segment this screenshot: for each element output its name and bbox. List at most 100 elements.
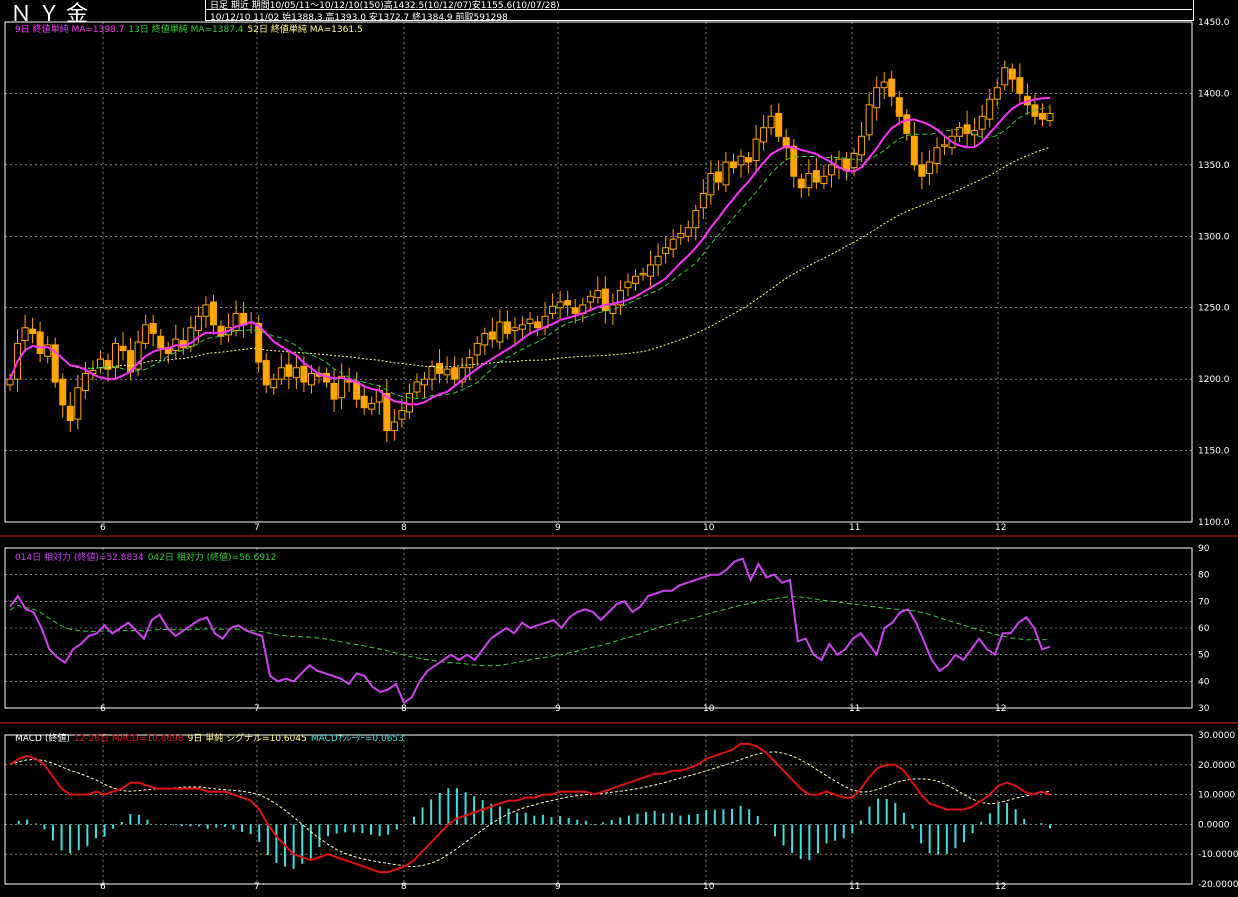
x-month-label: 7 xyxy=(254,704,260,714)
candle-down xyxy=(601,288,609,312)
candle-up xyxy=(202,304,210,317)
x-month-label: 11 xyxy=(849,882,860,892)
candle-up xyxy=(398,410,406,420)
candle-up xyxy=(684,227,692,237)
rsi-legend-item: 042日 相対力 (終値)=56.6912 xyxy=(148,551,277,563)
candle-up xyxy=(805,172,813,189)
candle-up xyxy=(639,272,647,276)
candle-down xyxy=(285,364,293,377)
candle-up xyxy=(292,367,300,379)
candle-down xyxy=(790,145,798,177)
candle-down xyxy=(59,378,67,406)
candle-up xyxy=(277,367,285,380)
y-tick-label: 1350.0 xyxy=(1198,161,1230,171)
ma52-line xyxy=(9,146,1051,380)
macd-legend-item: MACD (終値) xyxy=(15,732,70,744)
y-tick-label: 60 xyxy=(1198,624,1210,634)
candle-down xyxy=(29,328,37,334)
x-month-label: 7 xyxy=(254,882,260,892)
y-tick-label: 90 xyxy=(1198,544,1210,554)
y-tick-label: 10.0000 xyxy=(1198,791,1235,801)
candle-up xyxy=(518,324,526,330)
candle-up xyxy=(925,161,933,174)
candle-up xyxy=(194,315,202,332)
candle-up xyxy=(737,155,745,166)
candle-up xyxy=(142,324,150,344)
x-month-label: 6 xyxy=(100,704,106,714)
candle-up xyxy=(993,87,1001,100)
ma13-line xyxy=(9,106,1051,399)
candle-down xyxy=(157,335,165,349)
candle-down xyxy=(571,307,579,314)
candle-up xyxy=(481,332,489,346)
candle-up xyxy=(81,372,89,392)
rsi-legend-item: 014日 相対力 (終値)=52.8834 xyxy=(15,551,144,563)
candle-up xyxy=(873,87,881,109)
candle-down xyxy=(119,345,127,352)
y-tick-label: 30.0000 xyxy=(1198,731,1235,741)
candle-down xyxy=(812,170,820,183)
candle-up xyxy=(586,295,594,303)
candle-up xyxy=(760,127,768,143)
candle-up xyxy=(978,115,986,130)
x-month-label: 12 xyxy=(995,523,1006,533)
x-month-label: 7 xyxy=(254,523,260,533)
candle-up xyxy=(669,238,677,250)
candle-up xyxy=(112,342,120,369)
candle-up xyxy=(707,172,715,196)
candle-up xyxy=(443,368,451,376)
candle-down xyxy=(1038,112,1046,120)
candle-down xyxy=(209,301,217,326)
price-legend-item: 52日 終値単純 MA=1361.5 xyxy=(248,23,363,35)
x-month-label: 8 xyxy=(401,523,407,533)
candle-up xyxy=(473,342,481,356)
candle-down xyxy=(714,171,722,183)
candle-down xyxy=(262,360,270,386)
price-panel xyxy=(6,60,1054,442)
candle-up xyxy=(466,357,474,369)
candle-down xyxy=(149,322,157,334)
candle-down xyxy=(918,164,926,177)
candle-up xyxy=(654,255,662,266)
y-tick-label: 40 xyxy=(1198,677,1210,687)
candle-down xyxy=(353,381,361,400)
candle-up xyxy=(338,375,346,399)
candle-down xyxy=(488,331,496,340)
price-legend-item: 9日 終値単純 MA=1398.7 xyxy=(15,23,124,35)
candle-up xyxy=(556,301,564,309)
candle-up xyxy=(647,264,655,277)
y-tick-label: 70 xyxy=(1198,597,1210,607)
candle-up xyxy=(865,104,873,136)
candle-up xyxy=(270,378,278,389)
candle-up xyxy=(752,138,760,162)
candle-down xyxy=(436,362,444,374)
candle-down xyxy=(1008,68,1016,80)
candle-up xyxy=(699,192,707,209)
candle-up xyxy=(390,421,398,432)
x-month-label: 10 xyxy=(703,704,715,714)
panel-frame xyxy=(4,21,1193,523)
candle-down xyxy=(963,124,971,134)
x-month-label: 9 xyxy=(555,882,561,892)
candle-down xyxy=(1016,77,1024,94)
signal-line xyxy=(9,751,1051,868)
macd-line xyxy=(9,742,1051,874)
candle-down xyxy=(745,157,753,163)
candle-up xyxy=(594,290,602,299)
candle-down xyxy=(534,321,542,329)
candle-up xyxy=(526,318,534,324)
y-tick-label: 1100.0 xyxy=(1198,518,1230,528)
price-legend-item: 13日 終値単純 MA=1387.4 xyxy=(128,23,243,35)
chart-canvas[interactable]: 1450.01400.01350.01300.01250.01200.01150… xyxy=(0,0,1238,897)
x-month-label: 9 xyxy=(555,704,561,714)
candle-up xyxy=(858,135,866,156)
y-tick-label: 30 xyxy=(1198,704,1210,714)
candle-up xyxy=(624,281,632,289)
x-month-label: 12 xyxy=(995,704,1006,714)
candle-down xyxy=(451,367,459,380)
candle-up xyxy=(632,275,640,284)
candle-down xyxy=(360,395,368,409)
candle-up xyxy=(767,115,775,129)
candle-down xyxy=(729,161,737,169)
candle-up xyxy=(405,392,413,413)
